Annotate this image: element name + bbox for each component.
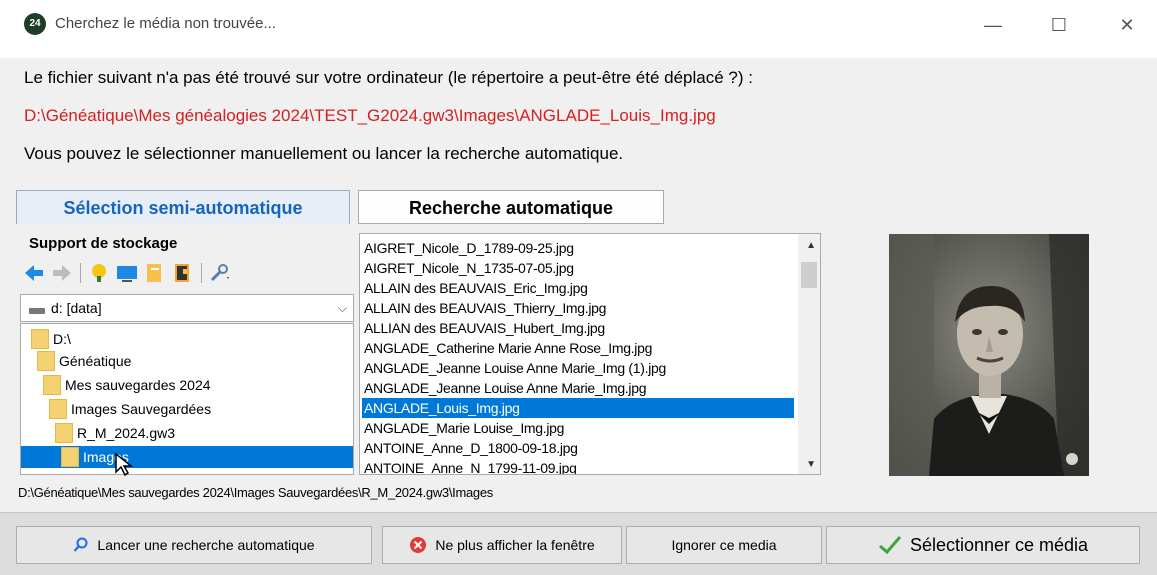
checkmark-icon <box>878 536 902 555</box>
file-item[interactable]: ANGLADE_Marie Louise_Img.jpg <box>364 418 564 438</box>
folder-item-selected[interactable]: Images <box>21 446 353 468</box>
scroll-up-icon[interactable]: ▲ <box>806 240 816 251</box>
monitor-icon[interactable] <box>115 262 139 284</box>
launch-auto-search-button[interactable]: Lancer une recherche automatique <box>16 526 372 564</box>
hide-window-button[interactable]: Ne plus afficher la fenêtre <box>382 526 622 564</box>
file-item[interactable]: ALLAIN des BEAUVAIS_Thierry_Img.jpg <box>364 298 606 318</box>
tab-semi-automatic[interactable]: Sélection semi-automatique <box>16 190 350 224</box>
media-preview-image <box>889 234 1089 476</box>
file-item[interactable]: ALLIAN des BEAUVAIS_Hubert_Img.jpg <box>364 318 605 338</box>
forward-arrow-icon[interactable] <box>50 262 74 284</box>
document-icon[interactable] <box>143 262 167 284</box>
toolbar-divider <box>201 263 202 283</box>
folder-icon <box>31 329 49 349</box>
select-media-button[interactable]: Sélectionner ce média <box>826 526 1140 564</box>
storage-toolbar <box>22 260 232 286</box>
toolbar-divider <box>80 263 81 283</box>
missing-file-path: D:\Généatique\Mes généalogies 2024\TEST_… <box>24 106 716 125</box>
ignore-media-label: Ignorer ce media <box>671 537 777 553</box>
scroll-down-icon[interactable]: ▼ <box>806 459 816 470</box>
back-arrow-icon[interactable] <box>22 262 46 284</box>
file-item[interactable]: AIGRET_Nicole_N_1735-07-05.jpg <box>364 258 574 278</box>
title-bar: 24 Cherchez le média non trouvée... — ☐ … <box>0 0 1157 58</box>
drive-select[interactable]: d: [data] ⌵ <box>20 294 354 322</box>
folder-icon <box>37 351 55 371</box>
info-message: Le fichier suivant n'a pas été trouvé su… <box>24 68 753 87</box>
storage-label: Support de stockage <box>29 235 178 252</box>
launch-auto-search-label: Lancer une recherche automatique <box>97 537 315 553</box>
tab-automatic-search[interactable]: Recherche automatique <box>358 190 664 224</box>
file-list-scrollbar[interactable]: ▲ ▼ <box>798 234 820 474</box>
app-logo-icon: 24 <box>24 13 46 35</box>
file-item[interactable]: ANTOINE_Anne_D_1800-09-18.jpg <box>364 438 578 458</box>
file-item[interactable]: AIGRET_Nicole_D_1789-09-25.jpg <box>364 238 574 258</box>
folder-icon <box>61 447 79 467</box>
search-icon <box>74 537 88 552</box>
file-item[interactable]: ANGLADE_Jeanne Louise Anne Marie_Img (1)… <box>364 358 666 378</box>
stop-icon <box>410 537 427 553</box>
select-media-label: Sélectionner ce média <box>909 534 1089 555</box>
instruction-message: Vous pouvez le sélectionner manuellement… <box>24 144 624 163</box>
file-item[interactable]: ANGLADE_Jeanne Louise Anne Marie_Img.jpg <box>364 378 646 398</box>
ignore-media-button[interactable]: Ignorer ce media <box>626 526 822 564</box>
file-item-selected[interactable]: ANGLADE_Louis_Img.jpg <box>362 398 794 418</box>
window-title: Cherchez le média non trouvée... <box>55 15 276 32</box>
drive-icon <box>29 308 45 314</box>
maximize-button[interactable]: ☐ <box>1036 10 1082 40</box>
file-item[interactable]: ALLAIN des BEAUVAIS_Eric_Img.jpg <box>364 278 588 298</box>
hide-window-label: Ne plus afficher la fenêtre <box>435 537 595 553</box>
folder-icon <box>55 423 73 443</box>
tree-icon[interactable] <box>87 262 111 284</box>
tools-icon[interactable] <box>208 262 232 284</box>
folder-icon <box>49 399 67 419</box>
folder-tree[interactable]: D:\ Généatique Mes sauvegardes 2024 Imag… <box>20 323 354 475</box>
file-item[interactable]: ANGLADE_Catherine Marie Anne Rose_Img.jp… <box>364 338 652 358</box>
drive-value: d: [data] <box>51 300 102 316</box>
file-item[interactable]: ANTOINE_Anne_N_1799-11-09.jpg <box>364 458 577 474</box>
file-list[interactable]: AIGRET_Nicole_D_1789-09-25.jpg AIGRET_Ni… <box>359 233 821 475</box>
minimize-button[interactable]: — <box>970 10 1016 40</box>
current-folder-path: D:\Généatique\Mes sauvegardes 2024\Image… <box>18 485 493 500</box>
book-icon[interactable] <box>171 262 195 284</box>
mouse-cursor-icon <box>115 452 134 477</box>
scroll-thumb[interactable] <box>801 262 817 288</box>
folder-icon <box>43 375 61 395</box>
chevron-down-icon: ⌵ <box>337 301 347 315</box>
close-button[interactable]: ✕ <box>1104 10 1150 40</box>
